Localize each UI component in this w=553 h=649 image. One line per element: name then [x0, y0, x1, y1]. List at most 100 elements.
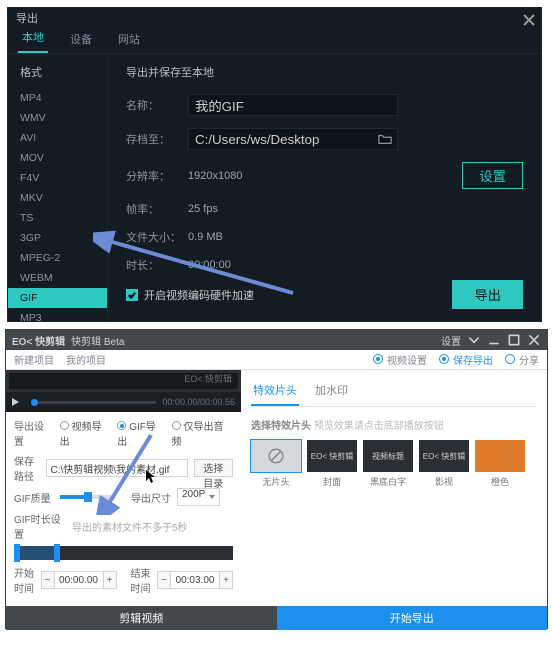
format-f4v[interactable]: F4V [8, 168, 107, 188]
format-mpeg2[interactable]: MPEG-2 [8, 248, 107, 268]
size-value: 0.9 MB [188, 231, 223, 243]
format-header: 格式 [8, 60, 107, 88]
format-webm[interactable]: WEBM [8, 268, 107, 288]
res-value: 1920x1080 [188, 170, 242, 182]
end-time-input[interactable] [171, 571, 219, 589]
dialog-body: 格式 MP4 WMV AVI MOV F4V MKV TS 3GP MPEG-2… [8, 54, 541, 321]
tab-device[interactable]: 设备 [66, 27, 96, 53]
res-label: 分辨率： [126, 168, 188, 184]
thumb-blacktext[interactable]: 视频标题 黑底白字 [363, 440, 413, 488]
export-size-label: 导出尺寸 [131, 490, 171, 505]
format-mp4[interactable]: MP4 [8, 88, 107, 108]
start-export-button[interactable]: 开始导出 [277, 606, 548, 630]
time-display: 00:00.00/00:00.56 [162, 397, 235, 407]
cursor-icon [146, 470, 156, 484]
chevron-down-icon [209, 495, 215, 499]
path-label: 存档至： [126, 131, 188, 147]
saveto-label: 保存路径 [14, 453, 40, 483]
thumb-film[interactable]: EO< 快剪辑 影视 [419, 440, 469, 488]
hw-accel-checkbox[interactable] [126, 289, 138, 301]
plus-icon[interactable]: + [103, 571, 117, 589]
start-label: 开始时间 [14, 565, 35, 595]
video-preview[interactable]: EO< 快剪辑 [9, 373, 238, 389]
export-settings: 导出设置 视频导出 GIF导出 仅导出音频 保存路径 选择目录 GIF质量 导出… [6, 412, 241, 606]
playback-bar: 00:00.00/00:00.56 [6, 392, 241, 412]
format-3gp[interactable]: 3GP [8, 228, 107, 248]
step-3[interactable]: 分享 [505, 352, 539, 367]
step-1[interactable]: 视频设置 [373, 352, 427, 367]
tab-intro[interactable]: 特效片头 [251, 378, 299, 406]
export-size-select[interactable]: 200P [177, 488, 220, 506]
radio-audio[interactable]: 仅导出音频 [172, 418, 233, 448]
thumb-none[interactable]: 无片头 [251, 440, 301, 488]
settings-label[interactable]: 设置 [441, 333, 461, 348]
fps-label: 帧率： [126, 201, 188, 217]
maximize-icon[interactable] [507, 333, 521, 347]
minimize-icon[interactable] [487, 333, 501, 347]
trim-label: GIF时长设置 [14, 511, 66, 541]
thumb-orange[interactable]: 橙色 [475, 440, 525, 488]
browse-button[interactable]: 选择目录 [194, 459, 234, 477]
format-avi[interactable]: AVI [8, 128, 107, 148]
trim-hint: 导出的素材文件不多于5秒 [72, 519, 188, 534]
path-input[interactable] [188, 128, 398, 150]
quality-label: GIF质量 [14, 490, 54, 505]
dialog-title: 导出 [16, 13, 38, 25]
edit-video-button[interactable]: 剪辑视频 [6, 606, 277, 630]
size-label: 文件大小： [126, 229, 188, 245]
progress-slider[interactable] [31, 401, 156, 404]
tab-web[interactable]: 网站 [114, 27, 144, 53]
app-title: 快剪辑 Beta [71, 333, 124, 348]
dialog-tabs: 本地 设备 网站 [8, 30, 541, 54]
format-gif[interactable]: GIF [8, 288, 107, 308]
toolbar-my[interactable]: 我的项目 [66, 352, 106, 367]
toolbar-new[interactable]: 新建项目 [14, 352, 54, 367]
close-icon[interactable] [523, 12, 535, 24]
plus-icon[interactable]: + [219, 571, 233, 589]
export-set-label: 导出设置 [14, 418, 54, 448]
start-time-stepper[interactable]: − + [41, 571, 117, 589]
dur-label: 时长： [126, 257, 188, 273]
right-panel: 特效片头 加水印 选择特效片头 预览效果请点击底部播放按钮 无片头 EO< 快剪… [241, 370, 547, 606]
minus-icon[interactable]: − [157, 571, 171, 589]
saveto-input[interactable] [46, 459, 188, 477]
end-time-stepper[interactable]: − + [157, 571, 233, 589]
hw-accel-label: 开启视频编码硬件加速 [144, 287, 254, 303]
start-time-input[interactable] [55, 571, 103, 589]
main-title: 导出并保存至本地 [126, 64, 523, 80]
name-label: 名称： [126, 97, 188, 113]
format-list: 格式 MP4 WMV AVI MOV F4V MKV TS 3GP MPEG-2… [8, 54, 108, 321]
app-titlebar: EO< 快剪辑 快剪辑 Beta 设置 [6, 330, 547, 350]
intro-subtitle: 选择特效片头 预览效果请点击底部播放按钮 [251, 417, 537, 432]
dialog-main: 导出并保存至本地 名称： 存档至： 分辨率： 1920x1080 设置 [108, 54, 541, 321]
format-mkv[interactable]: MKV [8, 188, 107, 208]
tab-watermark[interactable]: 加水印 [313, 378, 350, 406]
left-panel: EO< 快剪辑 00:00.00/00:00.56 导出设置 视频导出 GIF导… [6, 370, 241, 606]
close-icon[interactable] [527, 333, 541, 347]
chevron-down-icon[interactable] [467, 333, 481, 347]
fps-value: 25 fps [188, 203, 218, 215]
res-settings-button[interactable]: 设置 [462, 162, 523, 189]
format-ts[interactable]: TS [8, 208, 107, 228]
app-bottombar: 剪辑视频 开始导出 [6, 606, 547, 630]
play-icon[interactable] [12, 398, 19, 406]
trim-range-slider[interactable] [14, 546, 233, 560]
export-button[interactable]: 导出 [452, 280, 523, 309]
folder-icon[interactable] [378, 132, 392, 146]
quality-slider[interactable] [60, 495, 115, 499]
minus-icon[interactable]: − [41, 571, 55, 589]
radio-video[interactable]: 视频导出 [60, 418, 112, 448]
dialog-titlebar: 导出 [8, 8, 541, 30]
step-2[interactable]: 保存导出 [439, 352, 493, 367]
format-mp3[interactable]: MP3 [8, 308, 107, 328]
radio-gif[interactable]: GIF导出 [117, 418, 165, 448]
format-wmv[interactable]: WMV [8, 108, 107, 128]
thumb-cover[interactable]: EO< 快剪辑 封面 [307, 440, 357, 488]
export-dialog: 导出 本地 设备 网站 格式 MP4 WMV AVI MOV F4V MKV T… [7, 7, 542, 322]
app-toolbar: 新建项目 我的项目 视频设置 保存导出 分享 [6, 350, 547, 370]
preview-watermark: EO< 快剪辑 [184, 372, 232, 385]
end-label: 结束时间 [131, 565, 152, 595]
app-logo: EO< 快剪辑 [12, 333, 65, 348]
name-input[interactable] [188, 94, 398, 116]
format-mov[interactable]: MOV [8, 148, 107, 168]
